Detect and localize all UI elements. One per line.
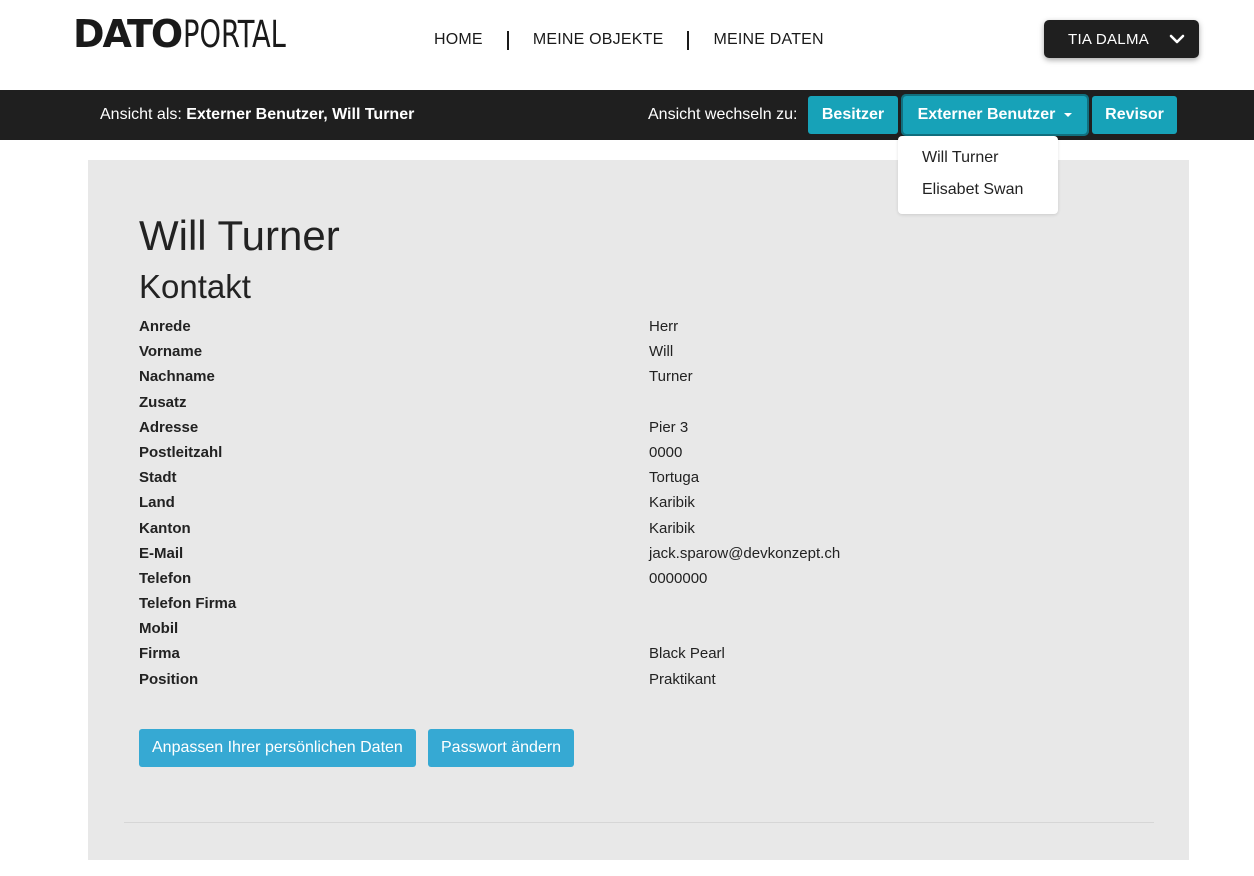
- nav-home[interactable]: HOME: [410, 31, 507, 49]
- current-view: Ansicht als: Externer Benutzer, Will Tur…: [100, 106, 414, 124]
- field-label: Postleitzahl: [139, 443, 223, 461]
- field-row: Adresse Pier 3: [139, 419, 1139, 444]
- field-value: Karibik: [649, 494, 695, 512]
- field-label: Telefon: [139, 569, 192, 587]
- view-as-value: Externer Benutzer, Will Turner: [186, 106, 415, 123]
- view-auditor-button[interactable]: Revisor: [1092, 96, 1177, 134]
- dropdown-item-will-turner[interactable]: Will Turner: [898, 146, 1058, 178]
- field-label: Nachname: [139, 368, 215, 386]
- field-row: E-Mail jack.sparow@devkonzept.ch: [139, 545, 1139, 570]
- field-label: Position: [139, 670, 199, 688]
- card-divider: [124, 822, 1154, 823]
- field-row: Mobil: [139, 620, 1139, 645]
- field-row: Vorname Will: [139, 343, 1139, 368]
- contact-fields: Anrede Herr Vorname Will Nachname Turner…: [139, 318, 1139, 696]
- field-label: Land: [139, 494, 175, 512]
- field-value: Tortuga: [649, 469, 700, 487]
- dato-portal-logo[interactable]: DATO PORTAL: [73, 12, 309, 56]
- field-label: Mobil: [139, 620, 179, 638]
- nav-meine-daten[interactable]: MEINE DATEN: [689, 31, 847, 49]
- field-row: Zusatz: [139, 394, 1139, 419]
- field-value: Black Pearl: [649, 645, 725, 663]
- external-user-dropdown-menu: Will Turner Elisabet Swan: [898, 136, 1058, 214]
- field-value: 0000: [649, 443, 683, 461]
- field-value: Herr: [649, 318, 679, 335]
- field-row: Nachname Turner: [139, 368, 1139, 393]
- field-value: Praktikant: [649, 670, 716, 688]
- field-row: Firma Black Pearl: [139, 645, 1139, 670]
- logo-portal-text: PORTAL: [183, 12, 287, 56]
- field-value: Turner: [649, 368, 693, 386]
- field-value: Karibik: [649, 519, 695, 537]
- view-external-user-dropdown[interactable]: Externer Benutzer: [901, 94, 1089, 136]
- field-label: Firma: [139, 645, 180, 663]
- field-value: jack.sparow@devkonzept.ch: [649, 544, 841, 562]
- field-value: Pier 3: [649, 418, 689, 436]
- logo-dato-text: DATO: [73, 12, 183, 56]
- dropdown-item-elisabet-swan[interactable]: Elisabet Swan: [898, 178, 1058, 210]
- nav-meine-objekte[interactable]: MEINE OBJEKTE: [509, 31, 688, 49]
- caret-down-icon: [1064, 113, 1073, 117]
- chevron-down-icon: [1169, 34, 1185, 44]
- view-switch-bar: Ansicht als: Externer Benutzer, Will Tur…: [0, 90, 1254, 140]
- field-row: Kanton Karibik: [139, 520, 1139, 545]
- field-label: Anrede: [139, 318, 191, 335]
- main-nav: HOME MEINE OBJEKTE MEINE DATEN: [410, 28, 848, 52]
- section-title-kontakt: Kontakt: [139, 268, 251, 305]
- view-owner-button[interactable]: Besitzer: [808, 96, 898, 134]
- site-header: DATO PORTAL HOME MEINE OBJEKTE MEINE DAT…: [0, 0, 1254, 90]
- field-row: Telefon 0000000: [139, 570, 1139, 595]
- field-row: Telefon Firma: [139, 595, 1139, 620]
- field-row: Position Praktikant: [139, 671, 1139, 696]
- field-label: E-Mail: [139, 544, 184, 562]
- field-label: Adresse: [139, 418, 199, 436]
- field-row: Stadt Tortuga: [139, 469, 1139, 494]
- user-menu-button[interactable]: TIA DALMA: [1044, 20, 1199, 58]
- field-label: Zusatz: [139, 393, 187, 411]
- field-value: 0000000: [649, 569, 708, 587]
- field-row: Anrede Herr: [139, 318, 1139, 343]
- field-row: Postleitzahl 0000: [139, 444, 1139, 469]
- field-label: Vorname: [139, 343, 203, 361]
- view-as-prefix: Ansicht als:: [100, 106, 187, 123]
- field-label: Kanton: [139, 519, 191, 537]
- profile-card: Will Turner Kontakt Anrede Herr Vorname …: [88, 160, 1189, 860]
- field-row: Land Karibik: [139, 494, 1139, 519]
- field-label: Telefon Firma: [139, 595, 237, 613]
- edit-personal-data-button[interactable]: Anpassen Ihrer persönlichen Daten: [139, 729, 416, 767]
- switch-view-label: Ansicht wechseln zu:: [648, 106, 798, 123]
- field-value: Will: [649, 343, 674, 361]
- field-label: Stadt: [139, 469, 177, 487]
- change-password-button[interactable]: Passwort ändern: [428, 729, 575, 767]
- user-name: TIA DALMA: [1068, 30, 1150, 48]
- page-title: Will Turner: [139, 212, 340, 259]
- view-external-user-label: Externer Benutzer: [917, 106, 1056, 123]
